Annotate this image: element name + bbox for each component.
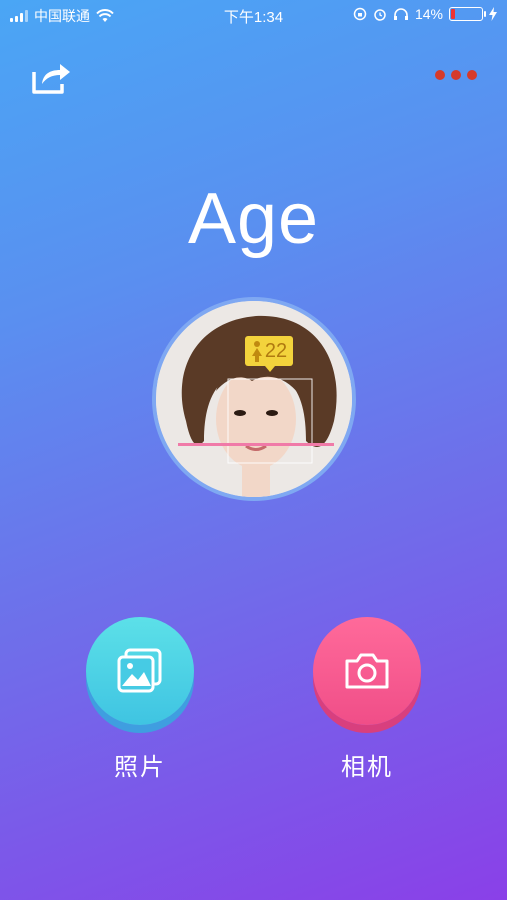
status-bar: 中国联通 下午1:34 14% [0, 0, 507, 30]
battery-percent: 14% [414, 6, 443, 22]
charging-icon [489, 7, 497, 21]
camera-action[interactable]: 相机 [312, 617, 422, 782]
app-title: Age [187, 179, 320, 259]
age-value: 22 [264, 339, 288, 362]
sample-face-photo [156, 301, 352, 497]
photos-label[interactable]: 照片 [85, 747, 195, 782]
photos-button[interactable] [86, 617, 194, 725]
share-icon [32, 64, 70, 94]
more-dot [451, 70, 461, 80]
status-right: 14% [353, 6, 497, 22]
headphones-icon [393, 8, 408, 20]
age-badge: 22 [245, 336, 293, 372]
more-dot [435, 70, 445, 80]
alarm-icon [374, 9, 386, 21]
camera-label[interactable]: 相机 [312, 747, 422, 782]
battery-level [451, 9, 455, 19]
lock-rotation-icon [353, 7, 367, 21]
battery-icon [449, 7, 486, 21]
camera-icon [345, 653, 389, 689]
gallery-icon [117, 648, 162, 693]
camera-button[interactable] [313, 617, 421, 725]
more-button[interactable] [435, 70, 477, 80]
photos-action[interactable]: 照片 [85, 617, 195, 782]
sample-photo-frame [152, 297, 356, 501]
more-dot [467, 70, 477, 80]
female-icon [251, 341, 262, 362]
face-illustration [156, 301, 352, 497]
share-button[interactable] [30, 60, 72, 96]
